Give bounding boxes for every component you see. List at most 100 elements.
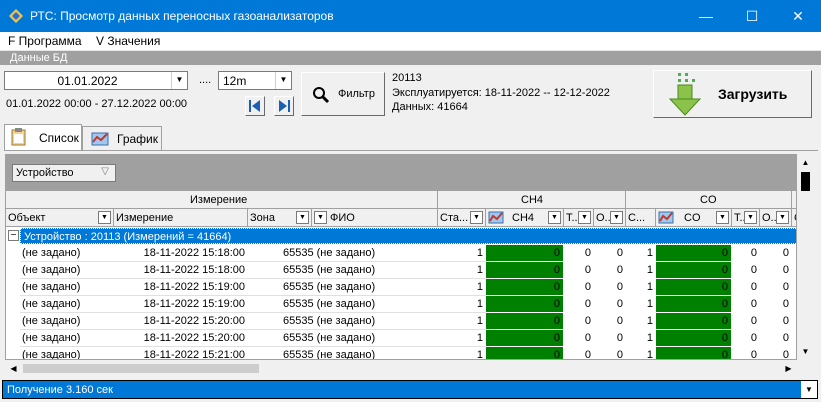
cell-status[interactable]: 1 bbox=[438, 313, 486, 330]
filter-button[interactable]: Фильтр bbox=[301, 72, 385, 116]
col-t[interactable]: Т... ▼ bbox=[564, 209, 594, 227]
cell-object[interactable]: (не задано) bbox=[22, 262, 114, 279]
table-row[interactable]: (не задано) 18-11-2022 15:19:00 65535 (не … bbox=[6, 296, 796, 313]
table-row[interactable]: (не задано) 18-11-2022 15:20:00 65535 (не … bbox=[6, 313, 796, 330]
cell-ch4[interactable]: 0 bbox=[486, 347, 564, 359]
table-row[interactable]: (не задано) 18-11-2022 15:20:00 65535 (не … bbox=[6, 330, 796, 347]
table-row[interactable]: (не задано) 18-11-2022 15:18:00 65535 (не … bbox=[6, 245, 796, 262]
cell-time[interactable]: 18-11-2022 15:21:00 bbox=[114, 347, 248, 359]
menu-program[interactable]: F Программа bbox=[8, 34, 82, 48]
cell-ch4[interactable]: 0 bbox=[486, 262, 564, 279]
scroll-right-icon[interactable]: ▶ bbox=[780, 360, 797, 377]
scroll-down-icon[interactable]: ▼ bbox=[797, 343, 814, 360]
dropdown-arrow-icon[interactable]: ▼ bbox=[801, 381, 817, 398]
cell-t[interactable]: 0 bbox=[564, 262, 594, 279]
filter-icon[interactable]: ▽ bbox=[101, 166, 109, 177]
column-filter-icon[interactable]: ▼ bbox=[744, 211, 757, 224]
column-filter-icon[interactable]: ▼ bbox=[610, 211, 623, 224]
cell-c[interactable]: 1 bbox=[626, 347, 656, 359]
cell-time[interactable]: 18-11-2022 15:20:00 bbox=[114, 313, 248, 330]
cell-zone[interactable]: 65535 (не задано) bbox=[248, 330, 438, 347]
cell-c[interactable]: 1 bbox=[626, 245, 656, 262]
cell-status[interactable]: 1 bbox=[438, 262, 486, 279]
cell-c[interactable]: 1 bbox=[626, 262, 656, 279]
cell-zone[interactable]: 65535 (не задано) bbox=[248, 347, 438, 359]
chart-icon[interactable] bbox=[488, 210, 504, 224]
col-c[interactable]: С... bbox=[626, 209, 656, 227]
cell-o[interactable]: 0 bbox=[594, 313, 626, 330]
cell-t2[interactable]: 0 bbox=[732, 330, 760, 347]
column-filter-icon[interactable]: ▼ bbox=[776, 211, 789, 224]
close-button[interactable]: ✕ bbox=[775, 0, 821, 32]
vertical-scrollbar[interactable]: ▲ ▼ bbox=[797, 154, 814, 360]
col-measure[interactable]: Измерение bbox=[114, 209, 248, 227]
cell-o[interactable]: 0 bbox=[594, 279, 626, 296]
cell-time[interactable]: 18-11-2022 15:18:00 bbox=[114, 245, 248, 262]
dropdown-arrow-icon[interactable]: ▼ bbox=[275, 72, 291, 89]
cell-zone[interactable]: 65535 (не задано) bbox=[248, 313, 438, 330]
cell-t2[interactable]: 0 bbox=[732, 347, 760, 359]
scroll-left-icon[interactable]: ◀ bbox=[5, 360, 22, 377]
cell-o[interactable]: 0 bbox=[594, 296, 626, 313]
cell-co[interactable]: 0 bbox=[656, 296, 732, 313]
column-filter-icon[interactable]: ▼ bbox=[716, 211, 729, 224]
cell-o[interactable]: 0 bbox=[594, 245, 626, 262]
cell-o2[interactable]: 0 bbox=[760, 313, 792, 330]
col-object[interactable]: Объект ▼ bbox=[6, 209, 114, 227]
cell-o[interactable]: 0 bbox=[594, 347, 626, 359]
collapse-icon[interactable]: − bbox=[8, 230, 19, 241]
tab-list[interactable]: Список bbox=[4, 124, 82, 150]
cell-status[interactable]: 1 bbox=[438, 279, 486, 296]
cell-t[interactable]: 0 bbox=[564, 330, 594, 347]
column-filter-icon[interactable]: ▼ bbox=[296, 211, 309, 224]
cell-object[interactable]: (не задано) bbox=[22, 347, 114, 359]
col-ch4[interactable]: CH4 ▼ bbox=[486, 209, 564, 227]
horizontal-scrollbar[interactable]: ◀ ▶ bbox=[5, 360, 797, 377]
cell-co[interactable]: 0 bbox=[656, 330, 732, 347]
cell-ch4[interactable]: 0 bbox=[486, 245, 564, 262]
cell-t2[interactable]: 0 bbox=[732, 313, 760, 330]
cell-zone[interactable]: 65535 (не задано) bbox=[248, 279, 438, 296]
cell-zone[interactable]: 65535 (не задано) bbox=[248, 245, 438, 262]
cell-o2[interactable]: 0 bbox=[760, 279, 792, 296]
cell-o2[interactable]: 0 bbox=[760, 347, 792, 359]
cell-status[interactable]: 1 bbox=[438, 330, 486, 347]
cell-t[interactable]: 0 bbox=[564, 245, 594, 262]
col-fio[interactable]: ▼ ФИО bbox=[312, 209, 438, 227]
cell-c[interactable]: 1 bbox=[626, 296, 656, 313]
column-filter-icon[interactable]: ▼ bbox=[578, 211, 591, 224]
dropdown-arrow-icon[interactable]: ▼ bbox=[171, 72, 187, 89]
col-co[interactable]: CO ▼ bbox=[656, 209, 732, 227]
cell-status[interactable]: 1 bbox=[438, 296, 486, 313]
column-filter-icon[interactable]: ▼ bbox=[98, 211, 111, 224]
table-row[interactable]: (не задано) 18-11-2022 15:21:00 65535 (не … bbox=[6, 347, 796, 359]
scroll-up-icon[interactable]: ▲ bbox=[797, 154, 814, 171]
cell-ch4[interactable]: 0 bbox=[486, 296, 564, 313]
period-select[interactable]: 12m ▼ bbox=[218, 71, 292, 90]
scroll-thumb-h[interactable] bbox=[23, 364, 259, 373]
app-icon[interactable] bbox=[8, 8, 24, 24]
cell-time[interactable]: 18-11-2022 15:20:00 bbox=[114, 330, 248, 347]
minimize-button[interactable]: — bbox=[683, 0, 729, 32]
group-chip-device[interactable]: Устройство ▽ bbox=[12, 164, 116, 182]
cell-t2[interactable]: 0 bbox=[732, 245, 760, 262]
table-row[interactable]: (не задано) 18-11-2022 15:19:00 65535 (не … bbox=[6, 279, 796, 296]
cell-time[interactable]: 18-11-2022 15:19:00 bbox=[114, 279, 248, 296]
cell-o2[interactable]: 0 bbox=[760, 245, 792, 262]
col-t2[interactable]: Т... ▼ bbox=[732, 209, 760, 227]
cell-time[interactable]: 18-11-2022 15:19:00 bbox=[114, 296, 248, 313]
cell-o[interactable]: 0 bbox=[594, 330, 626, 347]
cell-object[interactable]: (не задано) bbox=[22, 313, 114, 330]
cell-co[interactable]: 0 bbox=[656, 262, 732, 279]
cell-ch4[interactable]: 0 bbox=[486, 330, 564, 347]
cell-t2[interactable]: 0 bbox=[732, 296, 760, 313]
cell-c[interactable]: 1 bbox=[626, 279, 656, 296]
col-zone[interactable]: Зона ▼ bbox=[248, 209, 312, 227]
table-row[interactable]: (не задано) 18-11-2022 15:18:00 65535 (не … bbox=[6, 262, 796, 279]
status-bar[interactable]: Получение 3.160 сек ▼ bbox=[2, 380, 818, 399]
cell-o2[interactable]: 0 bbox=[760, 330, 792, 347]
cell-o[interactable]: 0 bbox=[594, 262, 626, 279]
data-grid[interactable]: Устройство ▽ Измерение CH4 CO Объект ▼ Из… bbox=[5, 154, 797, 360]
menu-values[interactable]: V Значения bbox=[96, 34, 160, 48]
maximize-button[interactable]: ☐ bbox=[729, 0, 775, 32]
